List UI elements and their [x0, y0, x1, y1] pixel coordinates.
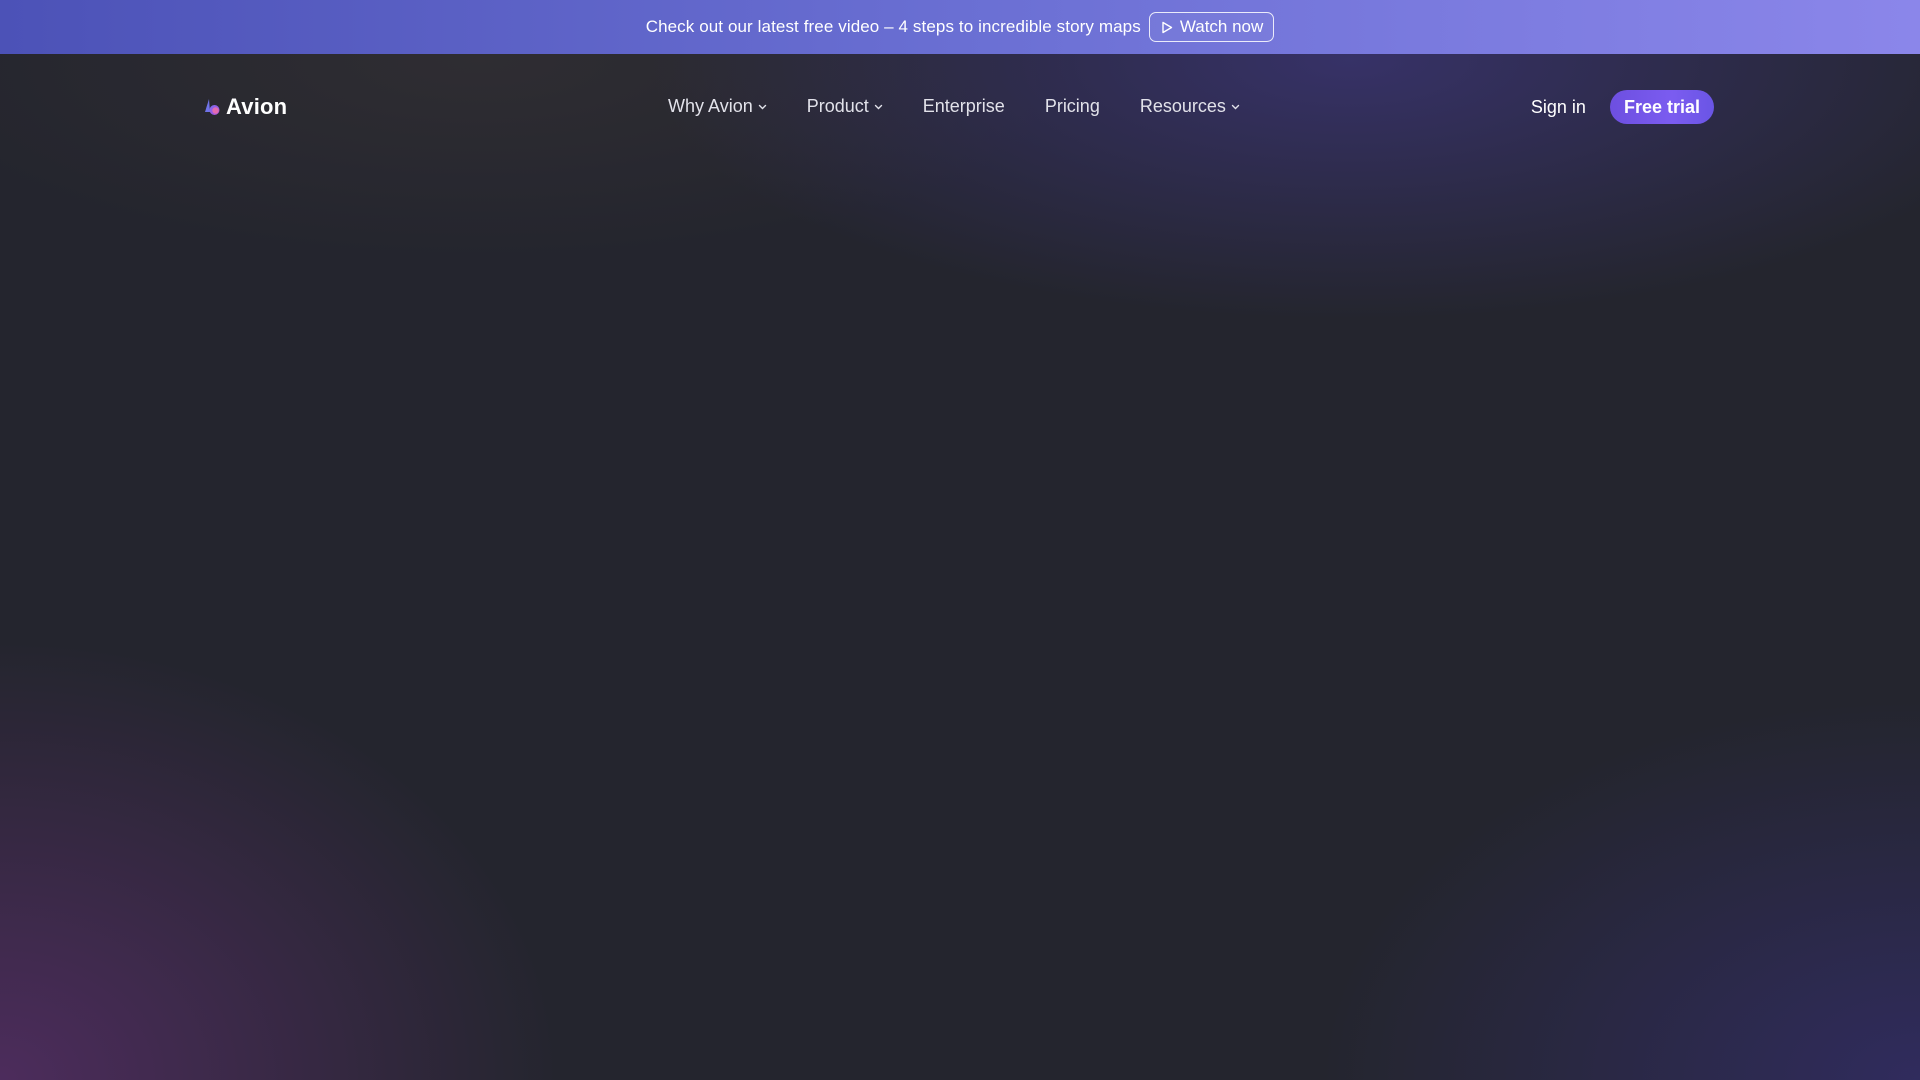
free-trial-button[interactable]: Free trial — [1609, 90, 1714, 124]
main-nav: Why Avion Product Enterprise Pricing Res… — [668, 96, 1280, 117]
nav-label: Product — [806, 96, 869, 116]
nav-label: Enterprise — [922, 96, 1005, 116]
site-header: Avion Why Avion Product Enterprise Prici… — [0, 54, 1920, 162]
nav-label: Pricing — [1044, 96, 1100, 116]
nav-pricing[interactable]: Pricing — [1045, 96, 1100, 117]
nav-enterprise[interactable]: Enterprise — [923, 96, 1005, 117]
header-actions: Sign in Free trial — [1531, 90, 1714, 124]
play-icon — [1160, 20, 1174, 34]
chevron-down-icon — [758, 104, 766, 109]
nav-label: Why Avion — [668, 96, 753, 116]
logo-link[interactable]: Avion — [204, 94, 287, 120]
announcement-banner: Check out our latest free video – 4 step… — [0, 0, 1920, 54]
chevron-down-icon — [874, 104, 882, 109]
watch-now-button[interactable]: Watch now — [1148, 12, 1275, 42]
banner-text: Check out our latest free video – 4 step… — [645, 17, 1141, 36]
sign-in-link[interactable]: Sign in — [1531, 97, 1586, 118]
avion-logo-icon — [205, 99, 220, 115]
nav-why-avion[interactable]: Why Avion — [668, 96, 767, 117]
nav-label: Resources — [1139, 96, 1226, 116]
watch-now-label: Watch now — [1179, 17, 1264, 36]
nav-product[interactable]: Product — [807, 96, 883, 117]
page: Check out our latest free video – 4 step… — [0, 0, 1920, 1080]
logo-text: Avion — [226, 94, 288, 119]
chevron-down-icon — [1231, 104, 1240, 109]
nav-resources[interactable]: Resources — [1140, 96, 1240, 117]
